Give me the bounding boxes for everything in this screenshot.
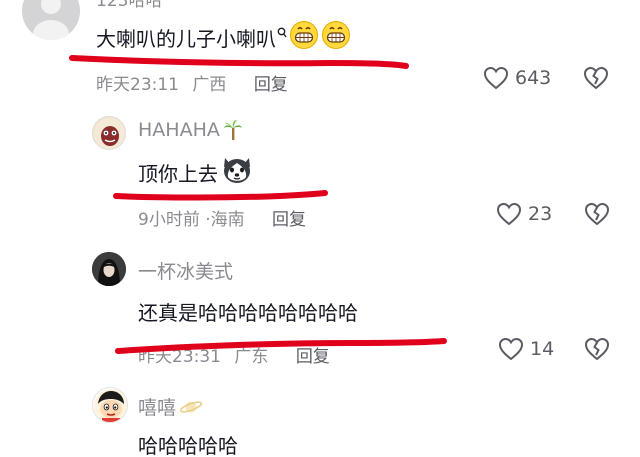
- dislike-button[interactable]: [584, 202, 610, 230]
- comment-meta: 昨天23:31 广东 回复: [138, 342, 330, 367]
- heart-outline-icon: [498, 337, 524, 361]
- cartoon-avatar-icon: [94, 118, 125, 149]
- planet-icon: [179, 400, 203, 413]
- avatar[interactable]: [92, 116, 126, 150]
- commenter-name[interactable]: 123哈哈: [96, 0, 162, 11]
- husky-emoji: [221, 155, 253, 190]
- comment-text: 顶你上去: [138, 155, 253, 190]
- avatar[interactable]: [92, 387, 128, 423]
- broken-heart-icon: [583, 66, 609, 90]
- grinning-face-emoji: [289, 20, 319, 55]
- comment-location: 海南: [210, 210, 245, 230]
- like-button[interactable]: 23: [496, 202, 552, 226]
- reply-button[interactable]: 回复: [254, 75, 288, 95]
- like-button[interactable]: 14: [498, 337, 554, 361]
- search-small-icon: [277, 20, 287, 44]
- comment-body: 大喇叭的儿子小喇叭: [96, 27, 276, 51]
- comment-time: 9小时前: [138, 210, 200, 230]
- commenter-name[interactable]: 嘻嘻: [138, 393, 203, 420]
- commenter-name[interactable]: 一杯冰美式: [138, 257, 233, 284]
- comment-meta: 昨天23:11 广西 回复: [96, 70, 288, 95]
- like-count: 643: [515, 67, 552, 89]
- comment-meta: 9小时前 ·海南 回复: [138, 205, 306, 230]
- comment-text: 大喇叭的儿子小喇叭: [96, 20, 351, 55]
- reply-button[interactable]: 回复: [296, 347, 330, 367]
- palm-tree-icon: [223, 120, 242, 140]
- broken-heart-icon: [584, 337, 610, 361]
- comment-location: 广西: [192, 75, 227, 95]
- comment-time: 昨天23:11: [96, 75, 179, 95]
- grinning-face-emoji: [321, 20, 351, 55]
- like-button[interactable]: 643: [483, 66, 551, 90]
- comment-text: 哈哈哈哈哈: [138, 434, 238, 457]
- heart-outline-icon: [483, 66, 509, 90]
- like-count: 23: [528, 203, 553, 225]
- like-count: 14: [530, 338, 555, 360]
- broken-heart-icon: [584, 202, 610, 226]
- heart-outline-icon: [496, 202, 522, 226]
- comment-text: 还真是哈哈哈哈哈哈哈哈: [138, 301, 358, 325]
- avatar[interactable]: [92, 252, 126, 286]
- comment-location: 广东: [234, 347, 269, 367]
- cartoon-boy-avatar-icon: [94, 389, 127, 422]
- reply-button[interactable]: 回复: [272, 210, 306, 230]
- photo-avatar-icon: [92, 252, 126, 286]
- commenter-name-text: 嘻嘻: [138, 397, 177, 419]
- commenter-name-text: HAHAHA: [138, 119, 220, 141]
- comment-body: 顶你上去: [138, 162, 218, 186]
- commenter-name[interactable]: HAHAHA: [138, 119, 244, 141]
- dislike-button[interactable]: [584, 337, 610, 365]
- comment-time: 昨天23:31: [138, 347, 221, 367]
- avatar[interactable]: [22, 0, 80, 40]
- dislike-button[interactable]: [583, 66, 609, 94]
- default-avatar-icon: [33, 0, 69, 40]
